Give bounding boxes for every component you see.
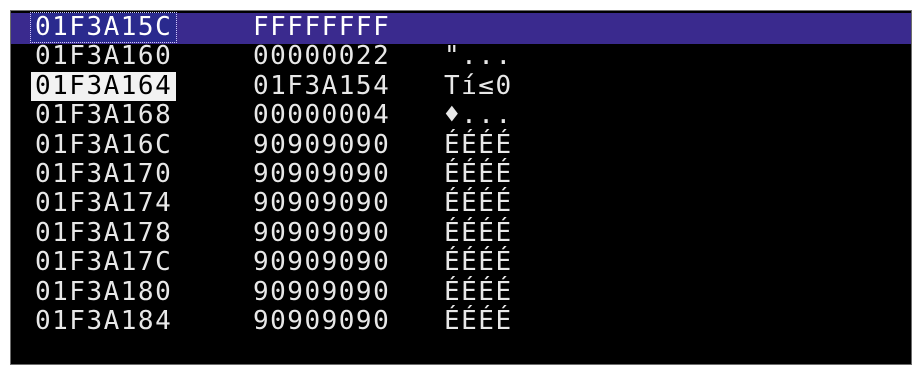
stack-row[interactable]: 01F3A17C 90909090 ÉÉÉÉ bbox=[11, 248, 911, 277]
stack-ascii: ÉÉÉÉ bbox=[444, 276, 513, 307]
stack-row[interactable]: 01F3A180 90909090 ÉÉÉÉ bbox=[11, 276, 911, 307]
stack-address[interactable]: 01F3A17C bbox=[31, 248, 176, 277]
stack-value[interactable]: 90909090 bbox=[253, 189, 390, 218]
stack-ascii: ÉÉÉÉ bbox=[444, 158, 513, 189]
stack-value[interactable]: 90909090 bbox=[253, 218, 390, 248]
stack-row[interactable]: 01F3A164 01F3A154 Tí≤0 bbox=[11, 70, 911, 101]
stack-address[interactable]: 01F3A170 bbox=[31, 159, 176, 189]
stack-row[interactable]: 01F3A178 90909090 ÉÉÉÉ bbox=[11, 217, 911, 248]
stack-ascii: ÉÉÉÉ bbox=[444, 188, 513, 219]
stack-ascii: ♦... bbox=[444, 100, 513, 131]
stack-row[interactable]: 01F3A184 90909090 ÉÉÉÉ bbox=[11, 305, 911, 336]
stack-ascii: ÉÉÉÉ bbox=[444, 305, 513, 336]
stack-value[interactable]: 00000004 bbox=[253, 101, 390, 130]
stack-row[interactable]: 01F3A174 90909090 ÉÉÉÉ bbox=[11, 189, 911, 218]
stack-ascii: "... bbox=[444, 41, 513, 72]
stack-value[interactable]: 01F3A154 bbox=[253, 71, 390, 101]
stack-address[interactable]: 01F3A16C bbox=[31, 130, 176, 160]
stack-value[interactable]: 90909090 bbox=[253, 277, 390, 307]
stack-row[interactable]: 01F3A170 90909090 ÉÉÉÉ bbox=[11, 158, 911, 189]
stack-address[interactable]: 01F3A178 bbox=[31, 218, 176, 248]
stack-address[interactable]: 01F3A168 bbox=[31, 101, 176, 130]
stack-rows: 01F3A15C FFFFFFFF 01F3A160 00000022 "...… bbox=[11, 12, 911, 336]
stack-ascii: ÉÉÉÉ bbox=[444, 247, 513, 278]
stack-row[interactable]: 01F3A160 00000022 "... bbox=[11, 42, 911, 71]
stack-row[interactable]: 01F3A16C 90909090 ÉÉÉÉ bbox=[11, 129, 911, 160]
stack-value[interactable]: 90909090 bbox=[253, 130, 390, 160]
stack-address[interactable]: 01F3A15C bbox=[29, 12, 178, 43]
stack-ascii: ÉÉÉÉ bbox=[444, 129, 513, 160]
stack-row[interactable]: 01F3A168 00000004 ♦... bbox=[11, 101, 911, 130]
stack-dump-pane[interactable]: 01F3A15C FFFFFFFF 01F3A160 00000022 "...… bbox=[10, 10, 912, 365]
stack-ascii: ÉÉÉÉ bbox=[444, 217, 513, 248]
stack-value[interactable]: FFFFFFFF bbox=[253, 13, 390, 42]
stack-value[interactable]: 90909090 bbox=[253, 306, 390, 336]
stack-address[interactable]: 01F3A174 bbox=[31, 189, 176, 218]
stack-value[interactable]: 00000022 bbox=[253, 42, 390, 71]
stack-address[interactable]: 01F3A160 bbox=[31, 42, 176, 71]
stack-ascii: Tí≤0 bbox=[444, 70, 513, 101]
stack-address-current[interactable]: 01F3A164 bbox=[31, 71, 177, 101]
stack-row[interactable]: 01F3A15C FFFFFFFF bbox=[11, 12, 911, 43]
stack-value[interactable]: 90909090 bbox=[253, 159, 390, 189]
stack-address[interactable]: 01F3A184 bbox=[31, 306, 176, 336]
stack-value[interactable]: 90909090 bbox=[253, 248, 390, 277]
stack-address[interactable]: 01F3A180 bbox=[31, 277, 176, 307]
